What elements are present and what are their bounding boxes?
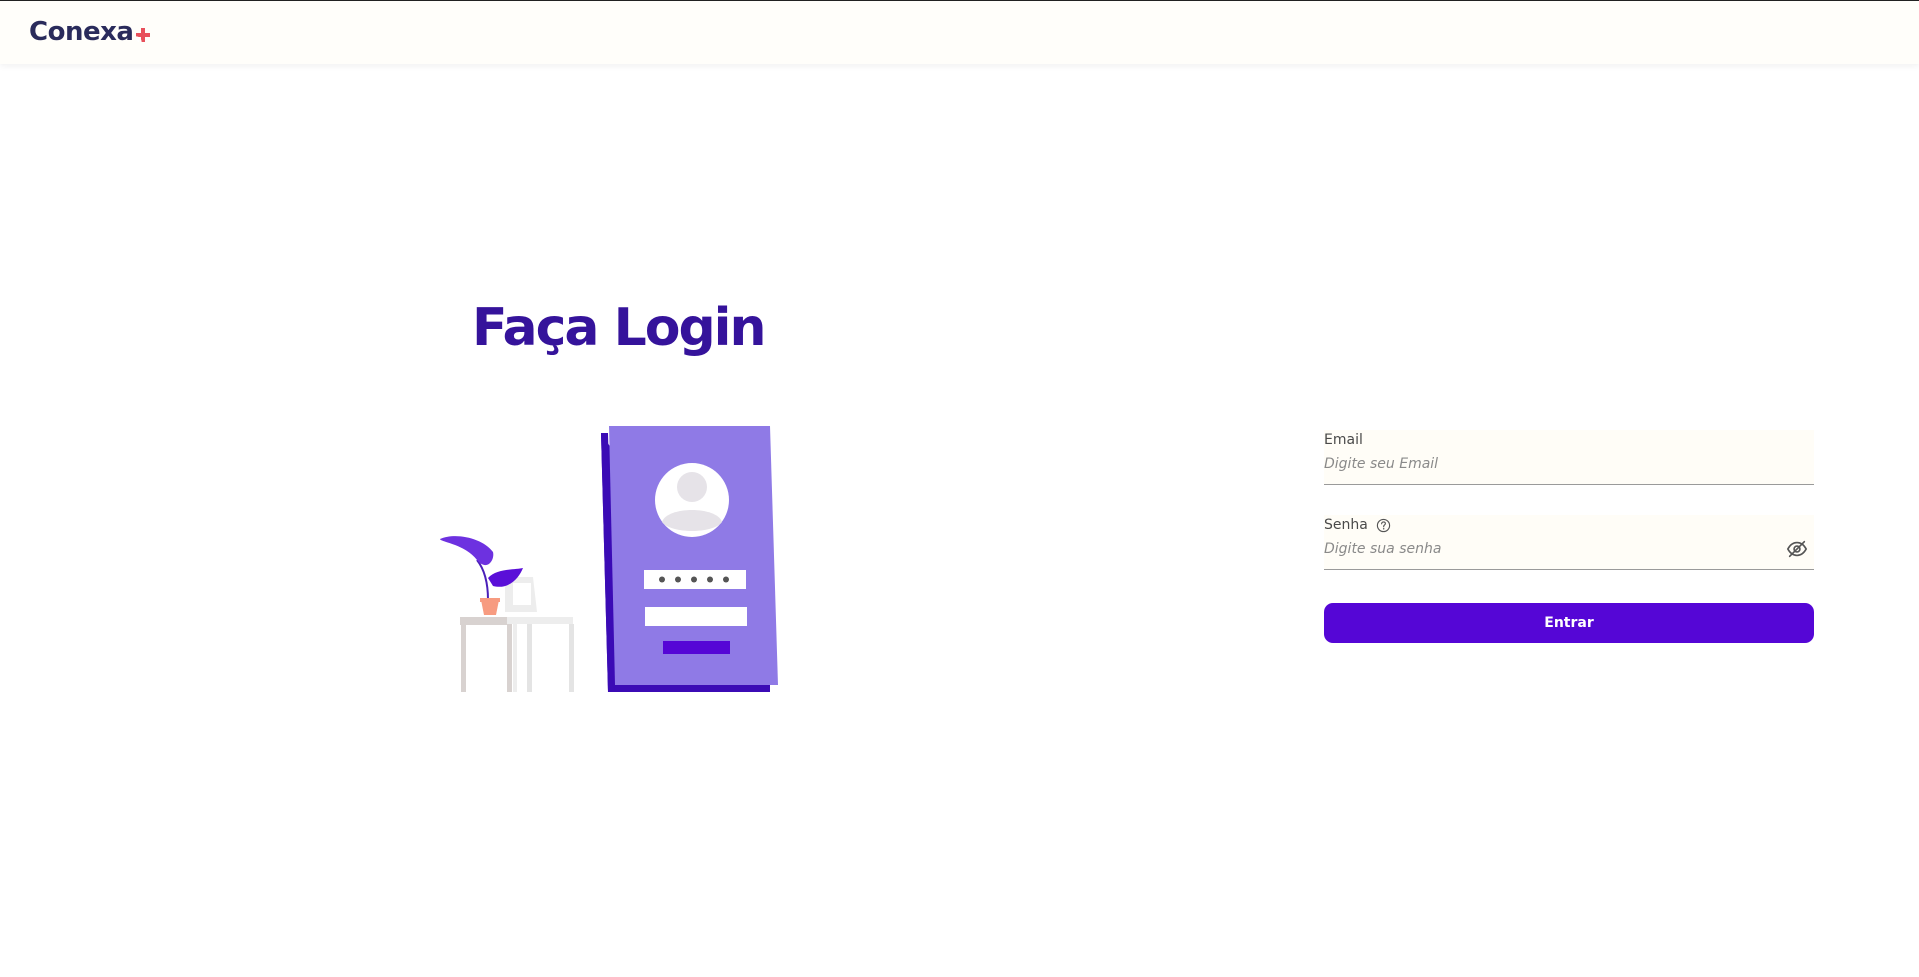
- login-form: Email Senha Entrar: [1324, 430, 1814, 643]
- email-label-text: Email: [1324, 432, 1363, 448]
- password-label-text: Senha: [1324, 517, 1368, 533]
- login-submit-button[interactable]: Entrar: [1324, 603, 1814, 643]
- page-title: Faça Login: [472, 298, 767, 358]
- logo-text: Conexa: [29, 17, 134, 47]
- password-input[interactable]: [1324, 537, 1764, 561]
- password-field-group: Senha: [1324, 515, 1814, 570]
- email-label: Email: [1324, 432, 1363, 448]
- plus-signal-icon: [136, 28, 151, 43]
- email-field-group: Email: [1324, 430, 1814, 485]
- top-header: Conexa: [0, 1, 1919, 64]
- password-label: Senha: [1324, 517, 1391, 533]
- eye-slash-icon[interactable]: [1786, 538, 1808, 560]
- logo[interactable]: Conexa: [29, 17, 151, 47]
- question-circle-icon[interactable]: [1376, 518, 1391, 533]
- login-phone-illustration: [440, 426, 778, 692]
- email-input[interactable]: [1324, 452, 1764, 476]
